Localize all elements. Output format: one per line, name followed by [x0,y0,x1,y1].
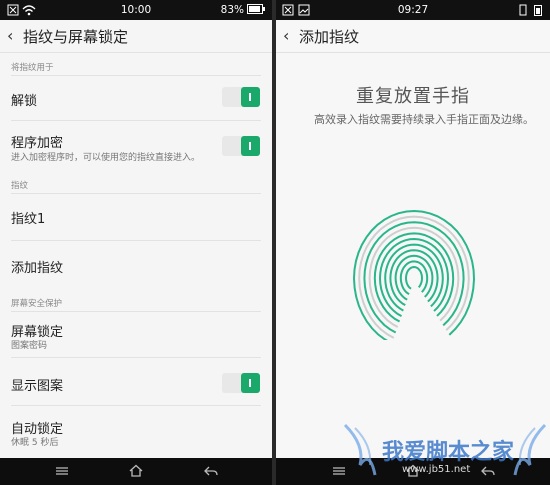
home-icon[interactable] [129,464,143,477]
fingerprint-ridge [368,226,460,328]
instruction-subtitle: 高效录入指纹需要持续录入手指正面及边缘。 [314,113,534,126]
back-icon[interactable] [481,465,495,477]
app-encrypt-toggle[interactable] [222,136,260,156]
status-bar: 09:27 [276,0,550,20]
status-time: 09:27 [397,4,429,16]
menu-icon[interactable] [332,466,346,476]
back-icon[interactable]: ‹ [7,26,13,45]
settings-header: ‹ 指纹与屏幕锁定 [0,20,272,52]
app-encrypt-description: 进入加密程序时，可以使用您的指纹直接进入。 [11,153,201,163]
app-encrypt-label: 程序加密 [11,136,64,151]
status-bar: 10:00 83% [0,0,272,20]
section-fingerprint: 指纹 [11,181,29,191]
battery-icon [247,4,265,14]
toggle-knob [241,87,260,107]
fingerprint-ridge [389,249,439,306]
unlock-label: 解锁 [11,94,38,109]
screen-lock-value: 图案密码 [11,341,48,351]
divider [11,75,261,76]
toggle-knob [241,136,260,156]
divider [11,193,261,194]
divider [11,311,261,312]
fingerprint-1-item[interactable]: 指纹1 [11,208,45,227]
settings-screen: 10:00 83% ‹ 指纹与屏幕锁定 将指纹用于 解锁 程序加密 进入加密程序… [0,0,272,485]
add-fingerprint-header: ‹ 添加指纹 [276,20,550,52]
fingerprint-icon [353,210,475,340]
header-divider [0,52,272,53]
add-fingerprint-item[interactable]: 添加指纹 [11,257,63,276]
header-divider [276,52,550,53]
vibrate-icon [519,4,527,16]
add-fingerprint-screen: 09:27 ‹ 添加指纹 重复放置手指 高效录入指纹需要持续录入手指正面及边缘。 [276,0,550,485]
back-icon[interactable] [204,465,218,477]
home-icon[interactable] [406,464,420,477]
divider [11,357,261,358]
battery-icon [534,5,542,16]
nav-bar [276,458,550,485]
show-pattern-label: 显示图案 [11,379,64,394]
divider [11,405,261,406]
nav-bar [0,458,272,485]
toggle-knob [241,373,260,393]
instruction-title: 重复放置手指 [356,86,470,107]
fingerprint-ridge [404,265,424,290]
unlock-toggle[interactable] [222,87,260,107]
show-pattern-toggle[interactable] [222,373,260,393]
page-title: 指纹与屏幕锁定 [23,28,129,46]
battery-percent: 83% [220,4,244,16]
section-fingerprint-use: 将指纹用于 [11,63,54,73]
back-icon[interactable]: ‹ [283,26,289,45]
fingerprint-ridge [373,232,455,323]
divider [11,240,261,241]
menu-icon[interactable] [55,466,69,476]
section-screen-security: 屏幕安全保护 [11,299,63,309]
page-title: 添加指纹 [299,28,360,46]
divider [11,120,261,121]
auto-lock-value: 休眠 5 秒后 [11,438,59,448]
fingerprint-ridge [384,243,444,312]
